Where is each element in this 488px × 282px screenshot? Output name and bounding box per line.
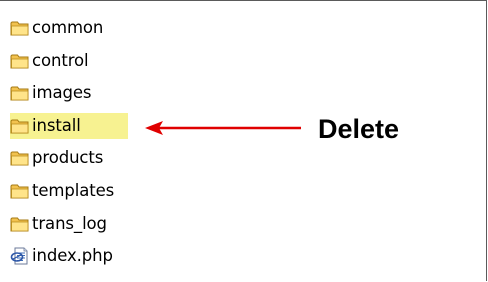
file-name: trans_log <box>32 213 107 233</box>
delete-annotation-label: Delete <box>318 114 400 144</box>
folder-icon <box>10 52 30 70</box>
folder-icon <box>10 117 30 135</box>
folder-icon <box>10 149 30 167</box>
folder-item-common[interactable]: common <box>10 15 128 41</box>
file-name: index.php <box>32 246 113 266</box>
folder-item-products[interactable]: products <box>10 145 128 171</box>
folder-icon <box>10 182 30 200</box>
file-list: common control images install products t… <box>10 15 128 276</box>
file-name: control <box>32 50 89 70</box>
file-name: templates <box>32 180 115 200</box>
file-item-index-php[interactable]: index.php <box>10 243 128 269</box>
file-name: common <box>32 18 104 37</box>
annotation-arrow <box>143 118 303 138</box>
folder-item-templates[interactable]: templates <box>10 178 128 204</box>
folder-item-install[interactable]: install <box>10 112 128 139</box>
folder-item-trans-log[interactable]: trans_log <box>10 211 128 237</box>
php-file-icon <box>10 247 30 265</box>
folder-icon <box>10 19 30 37</box>
folder-item-control[interactable]: control <box>10 48 128 74</box>
file-name: install <box>32 115 81 135</box>
folder-icon <box>10 215 30 233</box>
folder-icon <box>10 84 30 102</box>
file-name: products <box>32 148 104 168</box>
file-name: images <box>32 83 92 103</box>
folder-item-images[interactable]: images <box>10 80 128 106</box>
